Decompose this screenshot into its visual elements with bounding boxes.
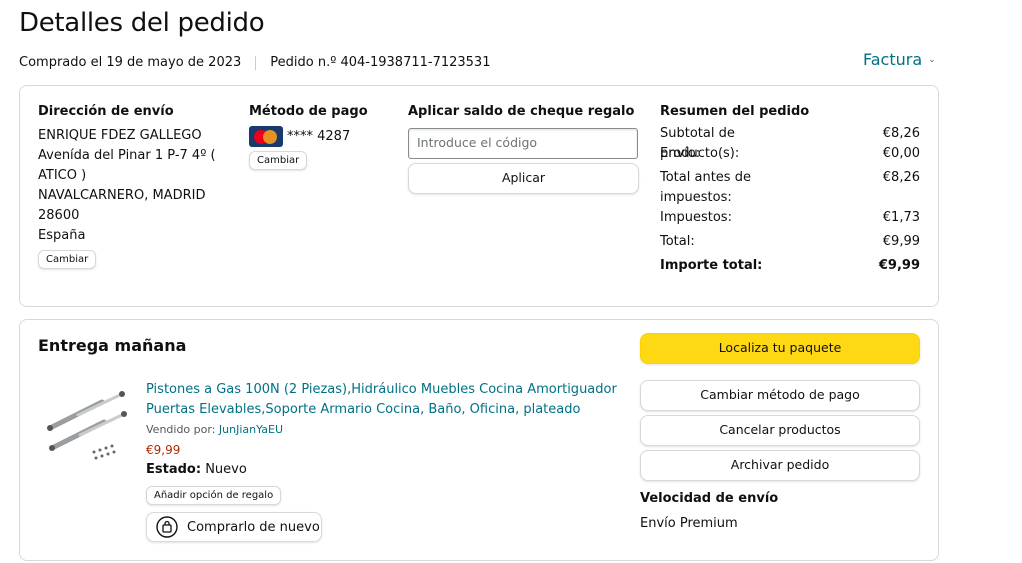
purchase-date: Comprado el 19 de mayo de 2023: [19, 55, 242, 70]
archive-order-button[interactable]: Archivar pedido: [640, 450, 920, 481]
track-package-button[interactable]: Localiza tu paquete: [640, 333, 920, 364]
order-info-panel: Dirección de envío ENRIQUE FDEZ GALLEGO …: [19, 85, 939, 307]
shipping-speed-heading: Velocidad de envío: [640, 491, 779, 506]
summary-value: €9,99: [882, 234, 920, 249]
product-details: Pistones a Gas 100N (2 Piezas),Hidráulic…: [146, 380, 626, 505]
page-title: Detalles del pedido: [19, 8, 265, 38]
shipping-address-line1: Avenída del Pinar 1 P-7 4º (: [38, 148, 216, 163]
summary-value: €8,26: [882, 170, 920, 185]
summary-label: Envío:: [660, 146, 701, 161]
buy-again-label: Comprarlo de nuevo: [187, 519, 320, 535]
summary-heading: Resumen del pedido: [660, 104, 810, 119]
summary-label-line1: Total antes de: [660, 170, 751, 185]
sold-by-label: Vendido por:: [146, 423, 216, 436]
summary-value: €8,26: [882, 126, 920, 141]
buy-again-button[interactable]: Comprarlo de nuevo: [146, 512, 322, 542]
summary-label: Total antes de impuestos:: [660, 168, 810, 208]
sold-by: Vendido por: JunJianYaEU: [146, 420, 626, 440]
shipping-name: ENRIQUE FDEZ GALLEGO: [38, 128, 202, 143]
change-payment-button[interactable]: Cambiar: [249, 151, 308, 170]
summary-label-line2: impuestos:: [660, 190, 732, 205]
order-summary-section: Resumen del pedido Subtotal de producto(…: [660, 102, 922, 302]
product-title-line1[interactable]: Pistones a Gas 100N (2 Piezas),Hidráulic…: [146, 380, 626, 400]
product-title-line2[interactable]: Puertas Elevables,Soporte Armario Cocina…: [146, 400, 626, 420]
summary-label: Impuestos:: [660, 210, 732, 225]
product-image[interactable]: [42, 388, 134, 468]
summary-value: €9,99: [878, 258, 920, 273]
product-price: €9,99: [146, 443, 181, 457]
order-number: Pedido n.º 404-1938711-7123531: [270, 55, 491, 70]
condition-label: Estado:: [146, 462, 202, 477]
delivery-heading: Entrega mañana: [38, 336, 187, 355]
summary-label: Importe total:: [660, 258, 763, 273]
add-gift-option-button[interactable]: Añadir opción de regalo: [146, 486, 282, 505]
summary-row: Total antes de impuestos: €8,26: [660, 168, 920, 208]
shipping-address-section: Dirección de envío ENRIQUE FDEZ GALLEGO …: [38, 102, 238, 269]
invoice-dropdown[interactable]: Factura ⌄: [863, 50, 936, 69]
shipping-address-line2: ATICO ): [38, 168, 87, 183]
payment-method-section: Método de pago **** 4287 Cambiar: [249, 102, 389, 170]
buy-again-icon: [156, 516, 178, 538]
product-condition: Estado: Nuevo: [146, 460, 626, 480]
apply-gift-button[interactable]: Aplicar: [408, 163, 639, 194]
gas-piston-image: [47, 391, 127, 460]
mastercard-icon: [249, 126, 283, 147]
delivery-panel: Entrega mañana Pistones a Gas 100N (2 Pi…: [19, 319, 939, 561]
order-meta: Comprado el 19 de mayo de 2023 Pedido n.…: [19, 55, 490, 70]
summary-value: €1,73: [882, 210, 920, 225]
gift-heading: Aplicar saldo de cheque regalo: [408, 104, 635, 119]
change-payment-method-button[interactable]: Cambiar método de pago: [640, 380, 920, 411]
summary-label: Total:: [660, 234, 695, 249]
summary-value: €0,00: [882, 146, 920, 161]
divider: [255, 55, 257, 70]
shipping-city: NAVALCARNERO, MADRID: [38, 188, 206, 203]
shipping-country: España: [38, 228, 86, 243]
shipping-postal-code: 28600: [38, 208, 80, 223]
gift-card-section: Aplicar saldo de cheque regalo: [408, 102, 640, 122]
condition-value: Nuevo: [205, 462, 247, 477]
chevron-down-icon: ⌄: [928, 54, 936, 65]
card-number: **** 4287: [287, 128, 351, 144]
seller-link[interactable]: JunJianYaEU: [219, 423, 283, 436]
payment-heading: Método de pago: [249, 104, 368, 119]
shipping-speed-value: Envío Premium: [640, 516, 738, 531]
change-address-button[interactable]: Cambiar: [38, 250, 97, 269]
shipping-heading: Dirección de envío: [38, 104, 174, 119]
gift-code-input[interactable]: Introduce el código: [408, 128, 638, 159]
invoice-label: Factura: [863, 50, 923, 69]
cancel-items-button[interactable]: Cancelar productos: [640, 415, 920, 446]
